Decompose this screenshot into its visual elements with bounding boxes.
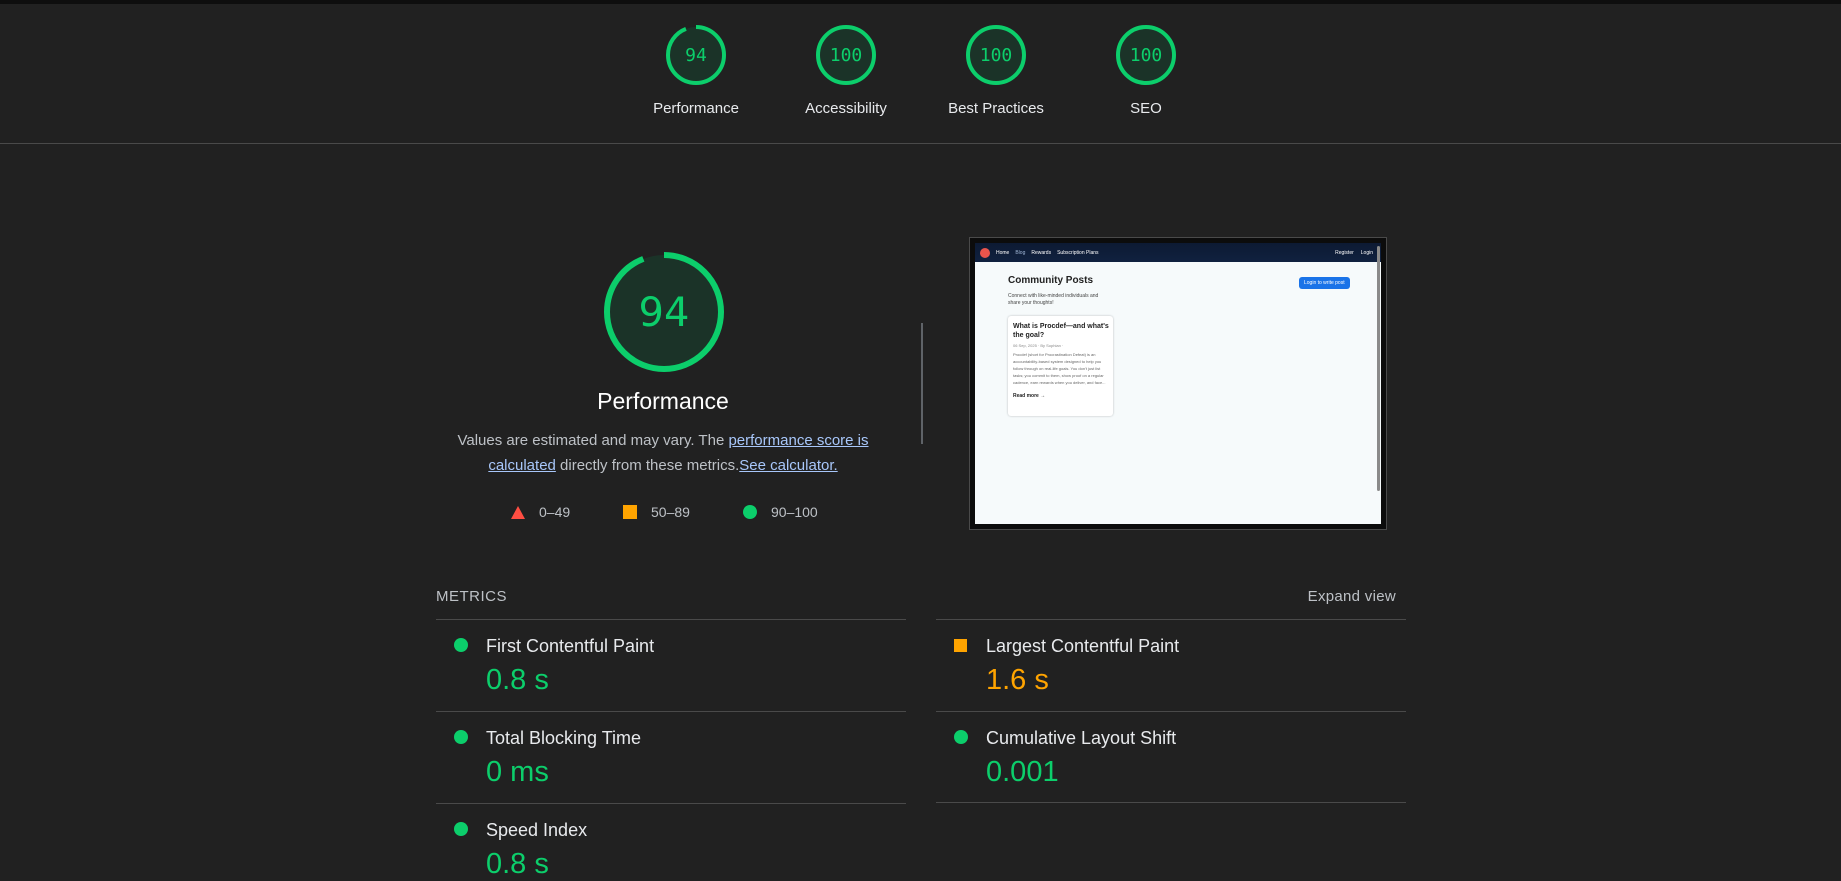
screenshot-post-card: What is Procdef—and what's the goal? 06 …: [1008, 316, 1113, 416]
performance-score: 94: [639, 290, 690, 336]
gauge-ring: 94: [666, 25, 726, 85]
metrics-header: METRICS Expand view: [436, 588, 1406, 605]
metric-value: 0 ms: [486, 756, 549, 788]
performance-description: Values are estimated and may vary. The p…: [448, 428, 878, 478]
triangle-icon: [511, 505, 525, 519]
see-calculator-link[interactable]: See calculator.: [739, 457, 837, 474]
desc-text: Values are estimated and may vary. The: [457, 432, 729, 449]
nav-home: Home: [996, 249, 1010, 256]
metric-name: Largest Contentful Paint: [986, 636, 1180, 656]
gauge-ring: 100: [816, 25, 876, 85]
vertical-divider: [921, 323, 923, 444]
performance-gauge: 94: [604, 252, 724, 372]
metric-value: 0.8 s: [486, 664, 549, 696]
legend-average: 50–89: [623, 504, 690, 520]
score-summary: 94 Performance 100 Accessibility 100 Bes…: [0, 4, 1841, 144]
gauge-seo[interactable]: 100 SEO: [1091, 24, 1201, 117]
gauge-label: Accessibility: [805, 100, 887, 117]
gauge-ring: 100: [1116, 25, 1176, 85]
pass-circle-icon: [954, 730, 968, 744]
metric-cumulative-layout-shift: Cumulative Layout Shift 0.001: [936, 711, 1406, 803]
legend-label: 90–100: [771, 504, 818, 520]
gauge-accessibility[interactable]: 100 Accessibility: [791, 24, 901, 117]
pass-circle-icon: [454, 638, 468, 652]
circle-icon: [743, 505, 757, 519]
metric-first-contentful-paint: First Contentful Paint 0.8 s: [436, 619, 906, 711]
pass-circle-icon: [454, 822, 468, 836]
legend-pass: 90–100: [743, 504, 818, 520]
svg-text:100: 100: [980, 45, 1013, 66]
logo-icon: [980, 247, 990, 258]
metric-total-blocking-time: Total Blocking Time 0 ms: [436, 711, 906, 803]
gauge-performance[interactable]: 94 Performance: [641, 24, 751, 117]
expand-view-button[interactable]: Expand view: [1308, 588, 1396, 605]
card-title: What is Procdef—and what's the goal?: [1013, 323, 1109, 339]
metric-name: Speed Index: [486, 820, 588, 840]
screenshot-subheading: Connect with like-minded individuals and…: [1008, 293, 1099, 306]
svg-text:94: 94: [685, 45, 707, 66]
gauge-ring: 100: [966, 25, 1026, 85]
screenshot-heading: Community Posts: [1008, 275, 1094, 286]
desc-text: directly from these metrics.: [555, 457, 740, 474]
nav-register: Register: [1335, 249, 1354, 256]
legend-label: 0–49: [539, 504, 571, 520]
metric-value: 0.001: [986, 756, 1059, 788]
nav-plans: Subscription Plans: [1057, 249, 1099, 256]
screenshot-scrollbar: [1377, 246, 1380, 491]
gauge-label: SEO: [1130, 100, 1162, 117]
metric-name: First Contentful Paint: [486, 636, 655, 656]
square-icon: [623, 505, 637, 519]
metric-largest-contentful-paint: Largest Contentful Paint 1.6 s: [936, 619, 1406, 711]
performance-title: Performance: [597, 388, 729, 414]
svg-text:100: 100: [830, 45, 863, 66]
card-read-more: Read more →: [1013, 393, 1046, 399]
screenshot-login-button: Login to write post: [1299, 277, 1350, 289]
pass-circle-icon: [454, 730, 468, 744]
metrics-title: METRICS: [436, 588, 507, 605]
legend-fail: 0–49: [511, 504, 570, 520]
average-square-icon: [954, 639, 967, 652]
svg-text:100: 100: [1130, 45, 1163, 66]
screenshot-page: Home Blog Rewards Subscription Plans Reg…: [975, 243, 1381, 524]
metric-speed-index: Speed Index 0.8 s: [436, 803, 906, 880]
metric-divider: [936, 802, 1406, 803]
final-screenshot[interactable]: Home Blog Rewards Subscription Plans Reg…: [969, 237, 1387, 530]
metric-value: 1.6 s: [986, 664, 1049, 696]
metric-name: Cumulative Layout Shift: [986, 728, 1177, 748]
metric-value: 0.8 s: [486, 848, 549, 880]
screenshot-navbar: Home Blog Rewards Subscription Plans Reg…: [975, 243, 1381, 262]
legend-label: 50–89: [651, 504, 690, 520]
card-meta: 06 Sep, 2025 · By Sophian ·: [1013, 343, 1064, 348]
nav-blog: Blog: [1015, 249, 1026, 256]
card-body: Procdef (short for Procrastination Defea…: [1013, 352, 1106, 385]
gauge-label: Performance: [653, 100, 739, 117]
metric-name: Total Blocking Time: [486, 728, 642, 748]
gauge-best-practices[interactable]: 100 Best Practices: [941, 24, 1051, 117]
nav-rewards: Rewards: [1031, 249, 1052, 256]
nav-login: Login: [1360, 249, 1373, 256]
gauge-label: Best Practices: [948, 100, 1044, 117]
